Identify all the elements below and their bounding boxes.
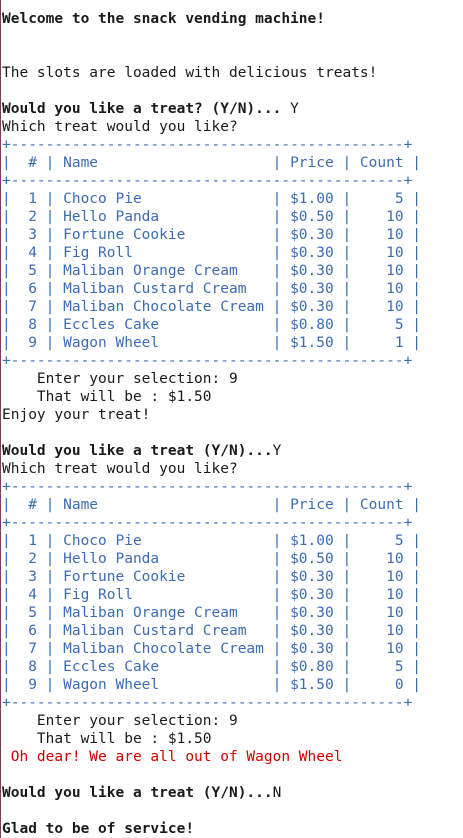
table-row: | 1 | Choco Pie | $1.00 | 5 | [2,533,422,549]
treat-prompt: Would you like a treat? (Y/N)... [2,101,282,117]
user-answer: Y [281,101,299,117]
table-row: | 2 | Hello Panda | $0.50 | 10 | [2,551,422,567]
treat-prompt: Would you like a treat (Y/N)... [2,785,273,801]
table-row: | 4 | Fig Roll | $0.30 | 10 | [2,587,422,603]
price-line: That will be : $1.50 [2,731,212,747]
table-header: | # | Name | Price | Count | [2,155,422,171]
table-row: | 7 | Maliban Chocolate Cream | $0.30 | … [2,641,422,657]
table-border-header: +---------------------------------------… [2,173,413,189]
which-treat-question: Which treat would you like? [2,119,238,135]
welcome-message: Welcome to the snack vending machine! [2,11,326,27]
prompt-line-2: Would you like a treat (Y/N)...Y [2,442,281,460]
selection-line: Enter your selection: 9 [2,713,238,729]
table-row: | 3 | Fortune Cookie | $0.30 | 10 | [2,569,422,585]
loaded-message: The slots are loaded with delicious trea… [2,65,378,81]
user-answer: Y [272,443,282,459]
out-of-stock-message: Oh dear! We are all out of Wagon Wheel [2,749,343,765]
table-row: | 4 | Fig Roll | $0.30 | 10 | [2,245,422,261]
price-line: That will be : $1.50 [2,389,212,405]
table-row: | 5 | Maliban Orange Cream | $0.30 | 10 … [2,605,422,621]
table-row: | 5 | Maliban Orange Cream | $0.30 | 10 … [2,263,422,279]
terminal-output: Welcome to the snack vending machine! Th… [0,0,463,838]
table-border-bottom: +---------------------------------------… [2,695,413,711]
table-row: | 2 | Hello Panda | $0.50 | 10 | [2,209,422,225]
which-treat-question: Which treat would you like? [2,461,238,477]
table-header: | # | Name | Price | Count | [2,497,422,513]
table-row: | 8 | Eccles Cake | $0.80 | 5 | [2,317,422,333]
table-row: | 6 | Maliban Custard Cream | $0.30 | 10… [2,623,422,639]
prompt-line-3: Would you like a treat (Y/N)...N [2,784,281,802]
table-row: | 9 | Wagon Wheel | $1.50 | 1 | [2,335,422,351]
prompt-line-1: Would you like a treat? (Y/N)... Y [2,100,299,118]
user-answer: N [272,785,282,801]
enjoy-message: Enjoy your treat! [2,407,151,423]
table-row: | 9 | Wagon Wheel | $1.50 | 0 | [2,677,422,693]
goodbye-message: Glad to be of service! [2,821,195,837]
table-border-bottom: +---------------------------------------… [2,353,413,369]
treat-prompt: Would you like a treat (Y/N)... [2,443,273,459]
window-left-border [0,0,1,838]
table-row: | 1 | Choco Pie | $1.00 | 5 | [2,191,422,207]
table-border-top: +---------------------------------------… [2,137,413,153]
table-row: | 3 | Fortune Cookie | $0.30 | 10 | [2,227,422,243]
table-border-header: +---------------------------------------… [2,515,413,531]
table-row: | 8 | Eccles Cake | $0.80 | 5 | [2,659,422,675]
table-row: | 7 | Maliban Chocolate Cream | $0.30 | … [2,299,422,315]
table-row: | 6 | Maliban Custard Cream | $0.30 | 10… [2,281,422,297]
table-border-top: +---------------------------------------… [2,479,413,495]
selection-line: Enter your selection: 9 [2,371,238,387]
